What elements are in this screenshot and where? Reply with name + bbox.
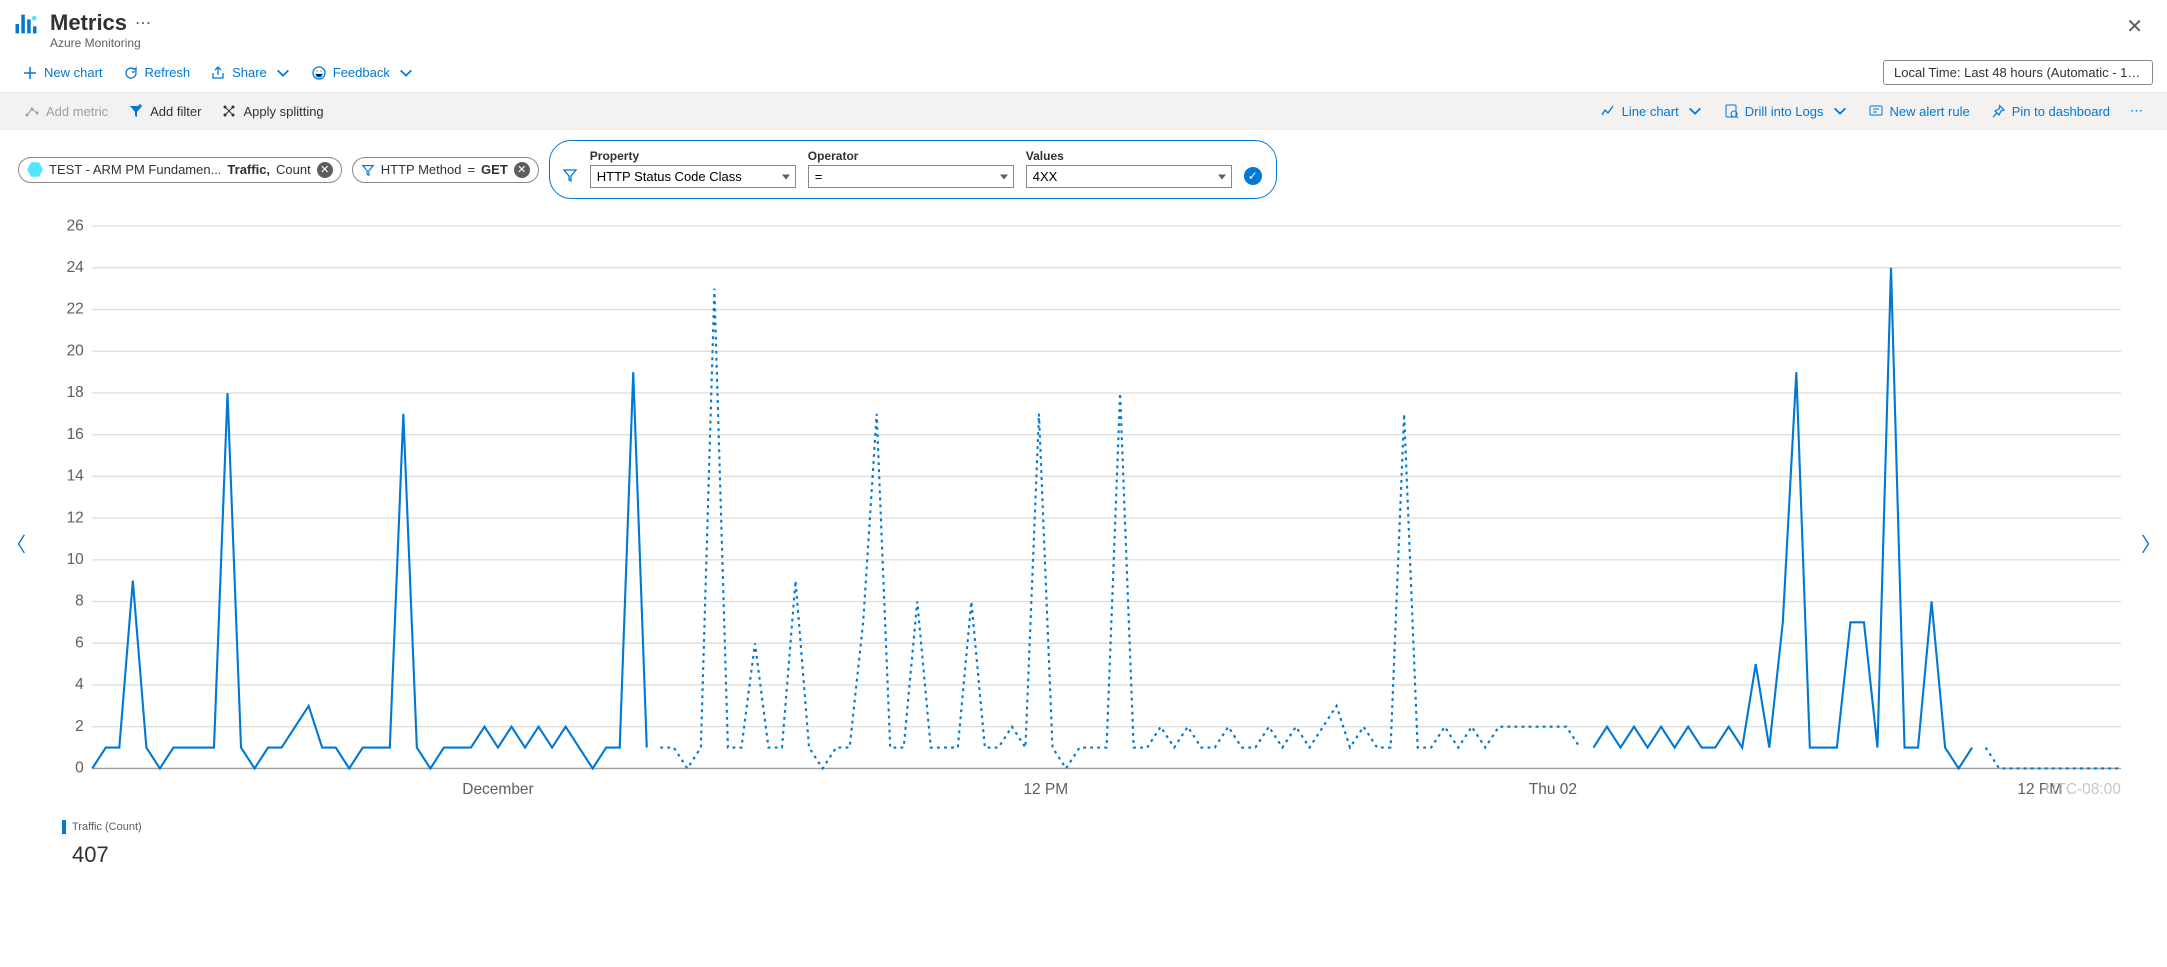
- property-select[interactable]: [590, 165, 796, 188]
- pin-label: Pin to dashboard: [2012, 104, 2110, 119]
- operator-label: Operator: [808, 149, 1014, 163]
- apply-splitting-button[interactable]: Apply splitting: [215, 99, 329, 123]
- prev-chart-button[interactable]: 〈: [0, 523, 32, 564]
- chevron-down-icon: [398, 65, 414, 81]
- svg-text:8: 8: [75, 593, 84, 610]
- close-icon[interactable]: ✕: [2122, 10, 2147, 43]
- metrics-icon: [12, 10, 40, 41]
- feedback-button[interactable]: Feedback: [303, 61, 422, 85]
- feedback-label: Feedback: [333, 65, 390, 80]
- metric-name: Traffic,: [227, 162, 270, 177]
- svg-text:18: 18: [67, 384, 84, 401]
- legend: Traffic (Count) 407: [62, 820, 2147, 868]
- page-subtitle: Azure Monitoring: [50, 36, 2112, 50]
- add-metric-button[interactable]: Add metric: [18, 99, 114, 123]
- svg-text:4: 4: [75, 676, 84, 693]
- new-alert-label: New alert rule: [1890, 104, 1970, 119]
- apply-filter-button[interactable]: ✓: [1244, 167, 1262, 185]
- legend-value: 407: [72, 842, 109, 868]
- new-alert-button[interactable]: New alert rule: [1862, 99, 1976, 123]
- chevron-down-icon: [1832, 103, 1848, 119]
- time-range-picker[interactable]: Local Time: Last 48 hours (Automatic - 1…: [1883, 60, 2153, 85]
- page-title: Metrics: [50, 10, 127, 36]
- more-button[interactable]: ⋯: [2124, 99, 2149, 123]
- svg-text:26: 26: [67, 219, 84, 234]
- filter-val: GET: [481, 162, 508, 177]
- new-chart-button[interactable]: New chart: [14, 61, 111, 85]
- values-label: Values: [1026, 149, 1232, 163]
- legend-swatch: [62, 820, 66, 834]
- remove-metric-icon[interactable]: ✕: [317, 162, 333, 178]
- funnel-icon: [361, 163, 375, 177]
- svg-text:10: 10: [67, 551, 84, 568]
- filter-pill[interactable]: HTTP Method = GET ✕: [352, 157, 539, 183]
- share-button[interactable]: Share: [202, 61, 299, 85]
- svg-text:December: December: [462, 781, 533, 798]
- svg-text:2: 2: [75, 718, 84, 735]
- svg-text:Thu 02: Thu 02: [1529, 781, 1577, 798]
- metric-pill[interactable]: TEST - ARM PM Fundamen... Traffic, Count…: [18, 157, 342, 183]
- drill-logs-label: Drill into Logs: [1745, 104, 1824, 119]
- add-metric-label: Add metric: [46, 104, 108, 119]
- next-chart-button[interactable]: 〉: [2135, 523, 2167, 564]
- add-filter-button[interactable]: Add filter: [122, 99, 207, 123]
- add-filter-label: Add filter: [150, 104, 201, 119]
- values-select[interactable]: [1026, 165, 1232, 188]
- filter-dim: HTTP Method: [381, 162, 462, 177]
- operator-select[interactable]: [808, 165, 1014, 188]
- metric-agg: Count: [276, 162, 311, 177]
- chart-type-button[interactable]: Line chart: [1594, 99, 1709, 123]
- chart-type-label: Line chart: [1622, 104, 1679, 119]
- pin-dashboard-button[interactable]: Pin to dashboard: [1984, 99, 2116, 123]
- chart-toolbar: Add metric Add filter Apply splitting Li…: [0, 92, 2167, 130]
- svg-text:22: 22: [67, 301, 84, 318]
- svg-text:16: 16: [67, 426, 84, 443]
- property-label: Property: [590, 149, 796, 163]
- svg-text:14: 14: [67, 468, 85, 485]
- svg-text:12 PM: 12 PM: [1023, 781, 1068, 798]
- new-chart-label: New chart: [44, 65, 103, 80]
- apply-splitting-label: Apply splitting: [243, 104, 323, 119]
- chevron-down-icon: [275, 65, 291, 81]
- refresh-label: Refresh: [145, 65, 191, 80]
- page-header: Metrics ⋯ Azure Monitoring ✕: [0, 0, 2167, 54]
- legend-name: Traffic (Count): [72, 821, 142, 833]
- funnel-icon: [562, 149, 578, 186]
- drill-logs-button[interactable]: Drill into Logs: [1717, 99, 1854, 123]
- svg-text:UTC-08:00: UTC-08:00: [2045, 781, 2121, 798]
- line-chart[interactable]: 02468101214161820222426December12 PMThu …: [50, 219, 2135, 811]
- refresh-button[interactable]: Refresh: [115, 61, 199, 85]
- svg-text:6: 6: [75, 634, 84, 651]
- more-icon[interactable]: ⋯: [135, 13, 151, 33]
- svg-text:0: 0: [75, 760, 84, 777]
- resource-icon: [27, 162, 43, 178]
- chevron-down-icon: [1687, 103, 1703, 119]
- metric-scope: TEST - ARM PM Fundamen...: [49, 162, 221, 177]
- filter-editor: Property Operator Values ✓: [549, 140, 1277, 199]
- filter-op: =: [467, 162, 475, 177]
- command-bar: New chart Refresh Share Feedback Local T…: [0, 54, 2167, 92]
- query-row: TEST - ARM PM Fundamen... Traffic, Count…: [0, 130, 2167, 209]
- svg-text:20: 20: [67, 342, 84, 359]
- remove-filter-icon[interactable]: ✕: [514, 162, 530, 178]
- share-label: Share: [232, 65, 267, 80]
- svg-text:12: 12: [67, 509, 84, 526]
- svg-text:24: 24: [67, 259, 85, 276]
- chart-region: 〈 〉 02468101214161820222426December12 PM…: [0, 209, 2167, 878]
